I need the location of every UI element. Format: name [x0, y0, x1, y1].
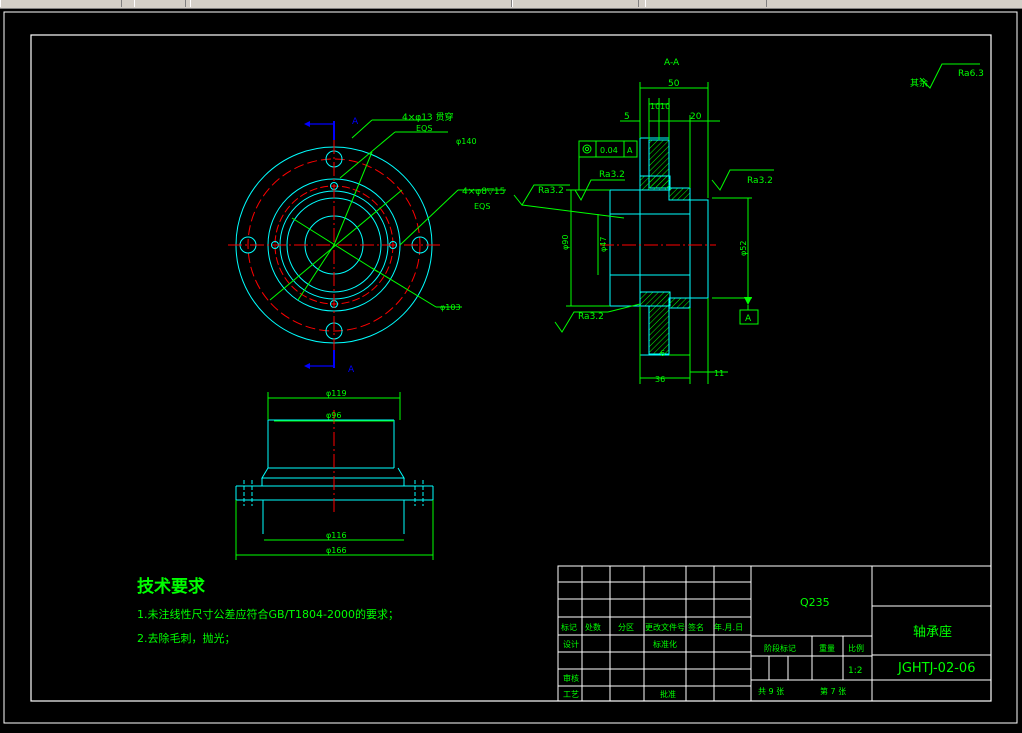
cad-drawing: A A 4×φ13 贯穿 EQS φ140 4×φ8▽15 EQS φ103 A…: [3, 11, 1018, 724]
tb-label-change-doc: 更改文件号: [645, 622, 685, 632]
tb-ratio: 比例: [848, 643, 864, 653]
cut-mark-top: A: [352, 117, 359, 127]
datum-box: A: [745, 314, 752, 324]
dim-phi47: φ47: [599, 237, 608, 252]
dim-phi166: φ166: [326, 546, 347, 555]
tb-drawing-no: JGHTJ-02-06: [897, 661, 975, 676]
window-toolbar: [0, 0, 1022, 9]
tb-standardize: 标准化: [653, 639, 677, 649]
dim-holes-blind-eqs: EQS: [474, 202, 490, 211]
toolbar-segment[interactable]: [512, 0, 639, 7]
section-label: A-A: [664, 58, 680, 68]
tb-label-mark: 标记: [561, 622, 577, 632]
tb-part-name: 轴承座: [913, 625, 952, 640]
tb-label-zone: 分区: [618, 623, 634, 632]
tech-line-1: 1.未注线性尺寸公差应符合GB/T1804-2000的要求；: [137, 607, 399, 621]
dim-10b: 10: [660, 102, 670, 111]
tol-datum: A: [627, 146, 633, 155]
tb-process: 工艺: [563, 690, 579, 699]
dim-36: 36: [655, 375, 665, 384]
tol-value: 0.04: [600, 146, 618, 155]
ra-left: Ra3.2: [538, 186, 564, 196]
tb-label-sign: 签名: [688, 622, 704, 632]
dim-phi96: φ96: [326, 411, 341, 420]
dim-10a: 10: [650, 102, 660, 111]
plan-view: [228, 119, 506, 369]
drawing-canvas[interactable]: A A 4×φ13 贯穿 EQS φ140 4×φ8▽15 EQS φ103 A…: [0, 9, 1022, 729]
dim-11: 11: [714, 369, 724, 378]
tb-sheet-no: 第 7 张: [820, 686, 846, 696]
tb-scale: 1:2: [848, 666, 862, 676]
dim-20: 20: [690, 112, 702, 122]
tb-material: Q235: [800, 596, 830, 609]
dim-phi103: φ103: [440, 303, 461, 312]
dim-6: 6: [660, 349, 665, 358]
cut-mark-bottom: A: [348, 365, 355, 375]
dim-5: 5: [624, 112, 630, 122]
dim-holes-through-eqs: EQS: [416, 124, 432, 133]
dim-phi119: φ119: [326, 389, 347, 398]
dim-phi140: φ140: [456, 137, 477, 146]
tb-label-count: 处数: [585, 622, 601, 632]
toolbar-segment[interactable]: [134, 0, 186, 7]
tech-title: 技术要求: [137, 576, 205, 597]
ra-global: Ra6.3: [958, 69, 984, 79]
dim-holes-through: 4×φ13 贯穿: [402, 111, 454, 123]
tb-sheets: 共 9 张: [758, 687, 784, 696]
section-view: [513, 63, 980, 384]
tb-stage: 阶段标记: [764, 643, 796, 653]
ra-right: Ra3.2: [747, 176, 773, 186]
tb-label-date: 年.月.日: [714, 622, 743, 632]
tb-designer: 设计: [563, 639, 579, 649]
dim-50: 50: [668, 79, 680, 89]
toolbar-segment[interactable]: [0, 0, 122, 7]
dim-phi90: φ90: [561, 235, 570, 250]
toolbar-segment[interactable]: [190, 0, 512, 7]
dim-phi116: φ116: [326, 531, 347, 540]
dim-holes-blind: 4×φ8▽15: [462, 187, 505, 197]
ra-bottom: Ra3.2: [578, 312, 604, 322]
drawing-frame: [30, 34, 992, 702]
tech-line-2: 2.去除毛刺，抛光；: [137, 631, 236, 645]
tb-approve: 批准: [660, 689, 676, 699]
toolbar-segment[interactable]: [645, 0, 767, 7]
dim-phi52: φ52: [739, 241, 748, 256]
ra-top: Ra3.2: [599, 170, 625, 180]
tb-review: 审核: [563, 673, 579, 683]
ra-global-prefix: 其余: [910, 77, 928, 89]
tb-weight: 重量: [819, 643, 835, 653]
